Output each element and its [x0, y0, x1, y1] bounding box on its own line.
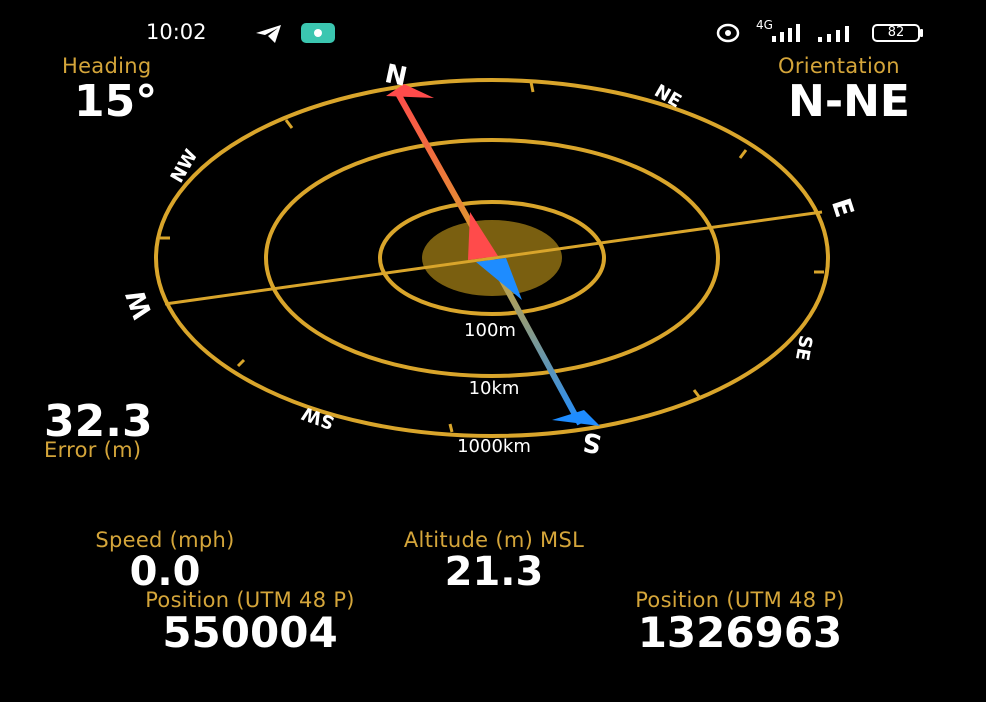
cardinal-ne: NE: [651, 80, 685, 112]
position-northing-block: Position (UTM 48 P) 1326963: [570, 588, 910, 654]
ring-label-100m: 100m: [464, 320, 516, 341]
ring-label-10km: 10km: [469, 378, 520, 399]
ring-label-1000km: 1000km: [457, 436, 531, 457]
position-easting-value: 550004: [162, 608, 338, 657]
altitude-block: Altitude (m) MSL 21.3: [344, 528, 644, 592]
speed-block: Speed (mph) 0.0: [40, 528, 290, 592]
speed-value: 0.0: [129, 549, 201, 595]
cardinal-w: W: [121, 285, 159, 322]
cardinal-nw: NW: [167, 146, 203, 187]
position-easting-block: Position (UTM 48 P) 550004: [80, 588, 420, 654]
error-label: Error (m): [44, 438, 142, 462]
cardinal-sw: SW: [299, 402, 337, 433]
position-northing-value: 1326963: [637, 608, 843, 657]
altitude-value: 21.3: [444, 549, 544, 595]
cardinal-se: SE: [791, 334, 816, 363]
cardinal-e: E: [825, 195, 859, 221]
